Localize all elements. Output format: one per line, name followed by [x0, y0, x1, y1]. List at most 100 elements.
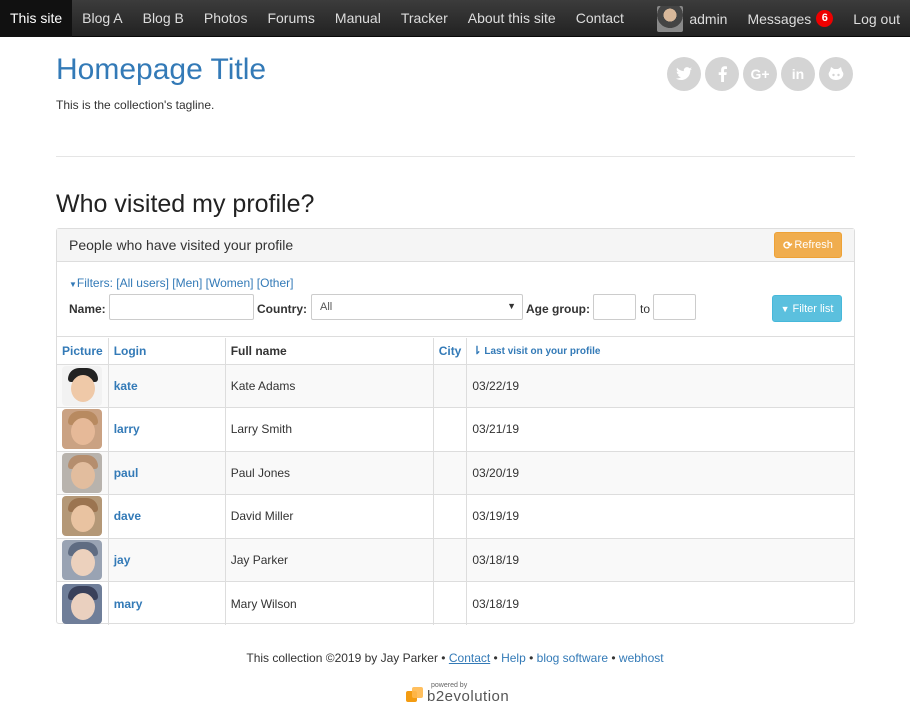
- panel-heading: People who have visited your profile ⟳ R…: [57, 229, 854, 262]
- picture-cell: [57, 537, 109, 582]
- filter-other[interactable]: [Other]: [257, 276, 294, 290]
- nav-manual[interactable]: Manual: [325, 0, 391, 37]
- login-cell: jay: [108, 537, 226, 582]
- full-name-cell: Larry Smith: [225, 407, 434, 451]
- google-plus-icon[interactable]: G+: [743, 57, 777, 91]
- user-picture[interactable]: [62, 452, 102, 493]
- nav-forums[interactable]: Forums: [257, 0, 324, 37]
- last-visit-cell: 03/22/19: [466, 363, 854, 408]
- nav-photos[interactable]: Photos: [194, 0, 258, 37]
- full-name-cell: Paul Jones: [225, 450, 434, 495]
- user-picture[interactable]: [62, 496, 102, 537]
- login-link[interactable]: larry: [114, 422, 140, 436]
- footer-webhost-link[interactable]: webhost: [619, 651, 664, 665]
- filters-toggle[interactable]: ▼Filters:: [69, 276, 113, 290]
- last-visit-cell: 03/19/19: [466, 494, 854, 538]
- tagline: This is the collection's tagline.: [56, 98, 215, 112]
- user-menu[interactable]: admin: [647, 0, 737, 37]
- filter-icon: ▼: [780, 303, 790, 314]
- filter-list-button[interactable]: ▼ Filter list: [772, 295, 842, 322]
- user-picture[interactable]: [62, 539, 102, 580]
- footer-contact-link[interactable]: Contact: [449, 651, 490, 665]
- nav-blog-b[interactable]: Blog B: [133, 0, 194, 37]
- filter-list-label: Filter list: [792, 302, 834, 315]
- user-picture[interactable]: [62, 409, 102, 450]
- filter-links: ▼Filters: [All users] [Men] [Women] [Oth…: [69, 276, 293, 290]
- name-input[interactable]: [109, 294, 254, 320]
- table-row: dave David Miller 03/19/19: [57, 494, 854, 538]
- select-caret-icon: ▼: [507, 301, 516, 311]
- twitter-icon[interactable]: [667, 57, 701, 91]
- city-cell: [433, 581, 468, 625]
- user-picture[interactable]: [62, 583, 102, 624]
- full-name-cell: David Miller: [225, 494, 434, 538]
- header-divider: [56, 156, 855, 157]
- refresh-label: Refresh: [794, 239, 833, 251]
- picture-cell: [57, 363, 109, 408]
- refresh-icon: ⟳: [783, 239, 793, 252]
- country-select[interactable]: All ▼: [311, 294, 523, 320]
- visitors-table: Picture Login Full name City ⇂ Last visi…: [57, 338, 854, 625]
- login-link[interactable]: paul: [114, 466, 139, 480]
- logout-link[interactable]: Log out: [843, 0, 910, 37]
- filter-all-users[interactable]: [All users]: [116, 276, 169, 290]
- last-visit-cell: 03/18/19: [466, 537, 854, 582]
- nav-tracker[interactable]: Tracker: [391, 0, 458, 37]
- top-navbar: This site Blog A Blog B Photos Forums Ma…: [0, 0, 910, 37]
- nav-this-site[interactable]: This site: [0, 0, 73, 37]
- col-login[interactable]: Login: [108, 338, 226, 365]
- login-link[interactable]: jay: [114, 553, 131, 567]
- city-cell: [433, 450, 468, 495]
- col-full-name: Full name: [225, 338, 434, 365]
- login-link[interactable]: dave: [114, 509, 141, 523]
- github-icon[interactable]: [819, 57, 853, 91]
- age-max-input[interactable]: [653, 294, 696, 320]
- facebook-icon[interactable]: [705, 57, 739, 91]
- b2evolution-logo-icon: [406, 687, 423, 702]
- footer-blog-software-link[interactable]: blog software: [537, 651, 608, 665]
- city-cell: [433, 363, 468, 408]
- messages-link[interactable]: Messages 6: [737, 0, 843, 37]
- filter-men[interactable]: [Men]: [172, 276, 202, 290]
- filter-women[interactable]: [Women]: [206, 276, 254, 290]
- full-name-cell: Mary Wilson: [225, 581, 434, 625]
- last-visit-cell: 03/20/19: [466, 450, 854, 495]
- full-name-cell: Jay Parker: [225, 537, 434, 582]
- caret-down-icon: ▼: [69, 280, 77, 289]
- nav-contact[interactable]: Contact: [566, 0, 634, 37]
- full-name-cell: Kate Adams: [225, 363, 434, 408]
- col-picture[interactable]: Picture: [57, 338, 109, 365]
- city-cell: [433, 407, 468, 451]
- table-row: paul Paul Jones 03/20/19: [57, 450, 854, 495]
- homepage-title[interactable]: Homepage Title: [56, 53, 266, 87]
- nav-about[interactable]: About this site: [458, 0, 566, 37]
- login-cell: dave: [108, 494, 226, 538]
- footer-help-link[interactable]: Help: [501, 651, 526, 665]
- avatar: [657, 5, 684, 32]
- login-cell: paul: [108, 450, 226, 495]
- user-picture[interactable]: [62, 365, 102, 406]
- login-link[interactable]: kate: [114, 379, 138, 393]
- table-row: larry Larry Smith 03/21/19: [57, 407, 854, 451]
- linkedin-icon[interactable]: in: [781, 57, 815, 91]
- powered-by-badge[interactable]: powered by b2evolution: [406, 682, 516, 706]
- footer-text: This collection ©2019 by Jay Parker •: [246, 651, 446, 665]
- b2evolution-brand: b2evolution: [427, 688, 510, 705]
- age-min-input[interactable]: [593, 294, 636, 320]
- visitors-panel: People who have visited your profile ⟳ R…: [56, 228, 855, 625]
- picture-cell: [57, 450, 109, 495]
- city-cell: [433, 537, 468, 582]
- panel-heading-text: People who have visited your profile: [69, 237, 294, 253]
- nav-blog-a[interactable]: Blog A: [72, 0, 132, 37]
- login-link[interactable]: mary: [114, 597, 143, 611]
- col-city[interactable]: City: [433, 338, 468, 365]
- page-title: Who visited my profile?: [56, 190, 315, 218]
- footer: This collection ©2019 by Jay Parker • Co…: [246, 651, 664, 665]
- city-cell: [433, 494, 468, 538]
- age-to-label: to: [640, 302, 651, 316]
- col-last-visit[interactable]: ⇂ Last visit on your profile: [466, 338, 854, 365]
- country-select-value: All: [320, 301, 333, 313]
- refresh-button[interactable]: ⟳ Refresh: [774, 232, 842, 258]
- table-row: kate Kate Adams 03/22/19: [57, 363, 854, 408]
- messages-count-badge: 6: [816, 10, 834, 27]
